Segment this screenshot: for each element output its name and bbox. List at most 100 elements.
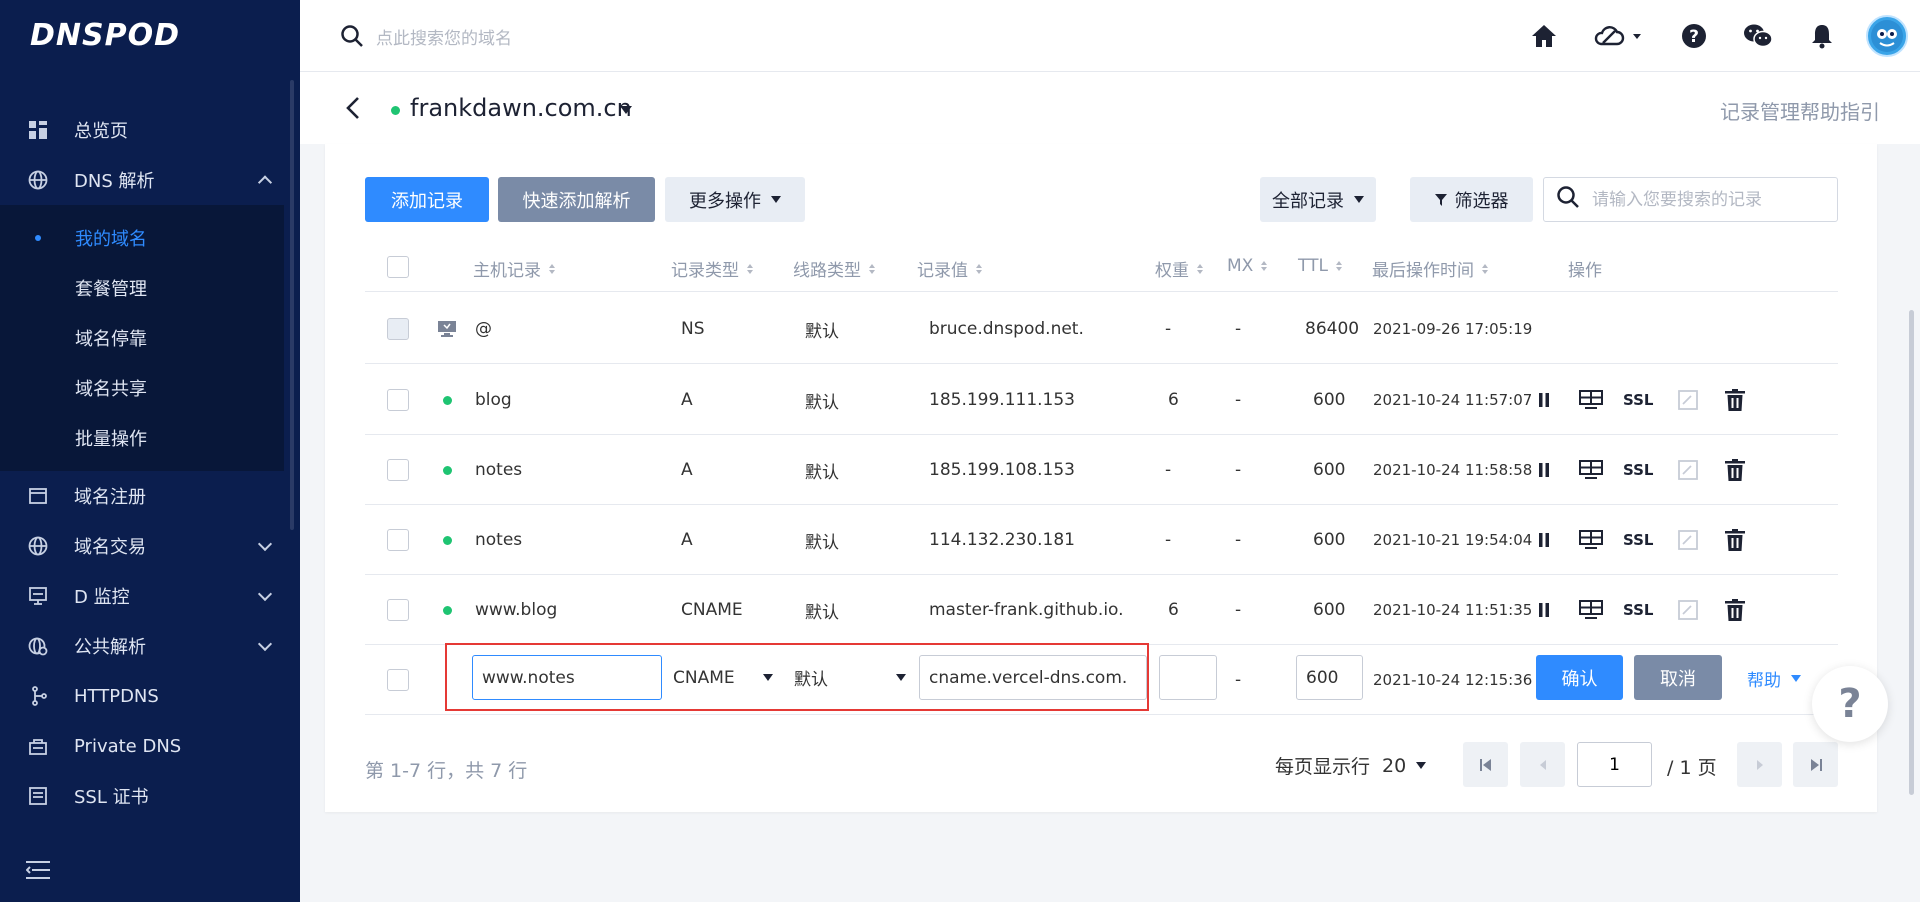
- sidebar-item-registration[interactable]: 域名注册: [0, 471, 300, 521]
- monitor-config-icon[interactable]: [1579, 389, 1603, 411]
- row-checkbox[interactable]: [387, 389, 409, 411]
- add-record-button[interactable]: 添加记录: [365, 177, 489, 222]
- home-icon[interactable]: [1529, 21, 1559, 51]
- all-records-dropdown[interactable]: 全部记录: [1260, 177, 1376, 222]
- cell-weight: -: [1165, 319, 1172, 339]
- domain-name[interactable]: frankdawn.com.cn: [410, 94, 632, 122]
- select-all-checkbox[interactable]: [387, 256, 409, 278]
- ssl-button[interactable]: SSL: [1623, 599, 1654, 621]
- page-scrollbar[interactable]: [1909, 310, 1914, 795]
- th-value[interactable]: 记录值: [917, 256, 982, 281]
- delete-icon[interactable]: [1725, 599, 1745, 621]
- th-mx[interactable]: MX: [1227, 256, 1268, 276]
- edit-type-select[interactable]: CNAME: [673, 655, 773, 700]
- help-dropdown[interactable]: 帮助: [1747, 666, 1801, 691]
- th-label: 权重: [1155, 261, 1189, 281]
- record-help-link[interactable]: 记录管理帮助指引: [1720, 96, 1880, 125]
- sidebar-item-trading[interactable]: 域名交易: [0, 521, 300, 571]
- cell-type: A: [681, 530, 693, 550]
- th-time[interactable]: 最后操作时间: [1372, 256, 1488, 281]
- help-icon[interactable]: ?: [1679, 21, 1709, 51]
- domain-search-input[interactable]: [376, 28, 696, 49]
- edit-host-input[interactable]: [472, 655, 662, 700]
- remark-icon[interactable]: [1678, 389, 1698, 411]
- monitor-config-icon[interactable]: [1579, 599, 1603, 621]
- dnspod-logo[interactable]: DNSPOD: [0, 0, 300, 70]
- cell-line: 默认: [805, 532, 839, 553]
- sidebar-scrollbar[interactable]: [290, 80, 294, 530]
- sidebar-item-public-dns[interactable]: 公共解析: [0, 621, 300, 671]
- th-ttl[interactable]: TTL: [1298, 256, 1342, 276]
- th-weight[interactable]: 权重: [1155, 256, 1203, 281]
- edit-weight-input[interactable]: [1159, 655, 1217, 700]
- monitor-config-icon[interactable]: [1579, 529, 1603, 551]
- record-search-input[interactable]: [1592, 189, 1832, 210]
- floating-help-button[interactable]: ?: [1812, 666, 1888, 742]
- pagination-info: 第 1-7 行，共 7 行: [365, 760, 528, 782]
- caret-down-icon: [771, 196, 781, 203]
- ssl-button[interactable]: SSL: [1623, 389, 1654, 411]
- edit-ttl-input[interactable]: [1296, 655, 1363, 700]
- edit-value-input[interactable]: [919, 655, 1147, 700]
- cell-mx: -: [1235, 670, 1242, 690]
- prev-page-button[interactable]: [1520, 742, 1565, 787]
- sidebar-item-monitor[interactable]: D 监控: [0, 571, 300, 621]
- sidebar-item-ssl[interactable]: SSL 证书: [0, 771, 300, 821]
- pause-icon[interactable]: [1538, 599, 1550, 621]
- monitor-config-icon[interactable]: [1579, 459, 1603, 481]
- cancel-button[interactable]: 取消: [1634, 655, 1722, 700]
- monitor-icon: [28, 586, 48, 606]
- subnav-domain-sharing[interactable]: 域名共享: [0, 363, 284, 413]
- sidebar-item-overview[interactable]: 总览页: [0, 105, 300, 155]
- sidebar-item-httpdns[interactable]: HTTPDNS: [0, 671, 300, 721]
- delete-icon[interactable]: [1725, 529, 1745, 551]
- table-row: blog A 默认 185.199.111.153 6 - 600 2021-1…: [365, 365, 1838, 435]
- chevron-down-icon: [257, 536, 273, 552]
- ssl-button[interactable]: SSL: [1623, 459, 1654, 481]
- row-checkbox[interactable]: [387, 669, 409, 691]
- page-number-input[interactable]: [1577, 742, 1652, 787]
- th-host[interactable]: 主机记录: [473, 256, 555, 281]
- remark-icon[interactable]: [1678, 459, 1698, 481]
- avatar[interactable]: [1866, 15, 1908, 57]
- remark-icon[interactable]: [1678, 599, 1698, 621]
- pause-icon[interactable]: [1538, 389, 1550, 411]
- subnav-domain-parking[interactable]: 域名停靠: [0, 313, 284, 363]
- sidebar-item-dns[interactable]: DNS 解析: [0, 155, 300, 205]
- edit-line-select[interactable]: 默认: [794, 655, 906, 700]
- row-checkbox: [387, 318, 409, 340]
- cell-line: 默认: [805, 602, 839, 623]
- cloud-menu-icon[interactable]: [1593, 21, 1645, 51]
- row-checkbox[interactable]: [387, 459, 409, 481]
- row-checkbox[interactable]: [387, 599, 409, 621]
- cell-value: 185.199.111.153: [929, 390, 1076, 410]
- wechat-icon[interactable]: [1743, 21, 1773, 51]
- sidebar-item-private-dns[interactable]: Private DNS: [0, 721, 300, 771]
- last-page-button[interactable]: [1793, 742, 1838, 787]
- subnav-batch-ops[interactable]: 批量操作: [0, 413, 284, 463]
- quick-add-button[interactable]: 快速添加解析: [498, 177, 655, 222]
- pause-icon[interactable]: [1538, 529, 1550, 551]
- first-page-button[interactable]: [1463, 742, 1508, 787]
- remark-icon[interactable]: [1678, 529, 1698, 551]
- delete-icon[interactable]: [1725, 389, 1745, 411]
- more-ops-button[interactable]: 更多操作: [665, 177, 805, 222]
- per-page-selector[interactable]: 每页显示行 20: [1275, 752, 1427, 779]
- th-line[interactable]: 线路类型: [793, 256, 875, 281]
- bell-icon[interactable]: [1807, 21, 1837, 51]
- subnav-plans[interactable]: 套餐管理: [0, 263, 284, 313]
- collapse-menu-icon[interactable]: [25, 860, 50, 880]
- th-type[interactable]: 记录类型: [671, 256, 753, 281]
- filter-button[interactable]: 筛选器: [1410, 177, 1533, 222]
- ssl-button[interactable]: SSL: [1623, 529, 1654, 551]
- cell-time: 2021-10-24 12:15:36: [1373, 671, 1533, 689]
- subnav-my-domains[interactable]: 我的域名: [0, 213, 284, 263]
- chevron-down-icon[interactable]: [620, 106, 632, 114]
- cell-value: master-frank.github.io.: [929, 600, 1124, 620]
- pause-icon[interactable]: [1538, 459, 1550, 481]
- back-arrow-icon[interactable]: [345, 96, 365, 120]
- delete-icon[interactable]: [1725, 459, 1745, 481]
- confirm-button[interactable]: 确认: [1536, 655, 1623, 700]
- row-checkbox[interactable]: [387, 529, 409, 551]
- next-page-button[interactable]: [1737, 742, 1782, 787]
